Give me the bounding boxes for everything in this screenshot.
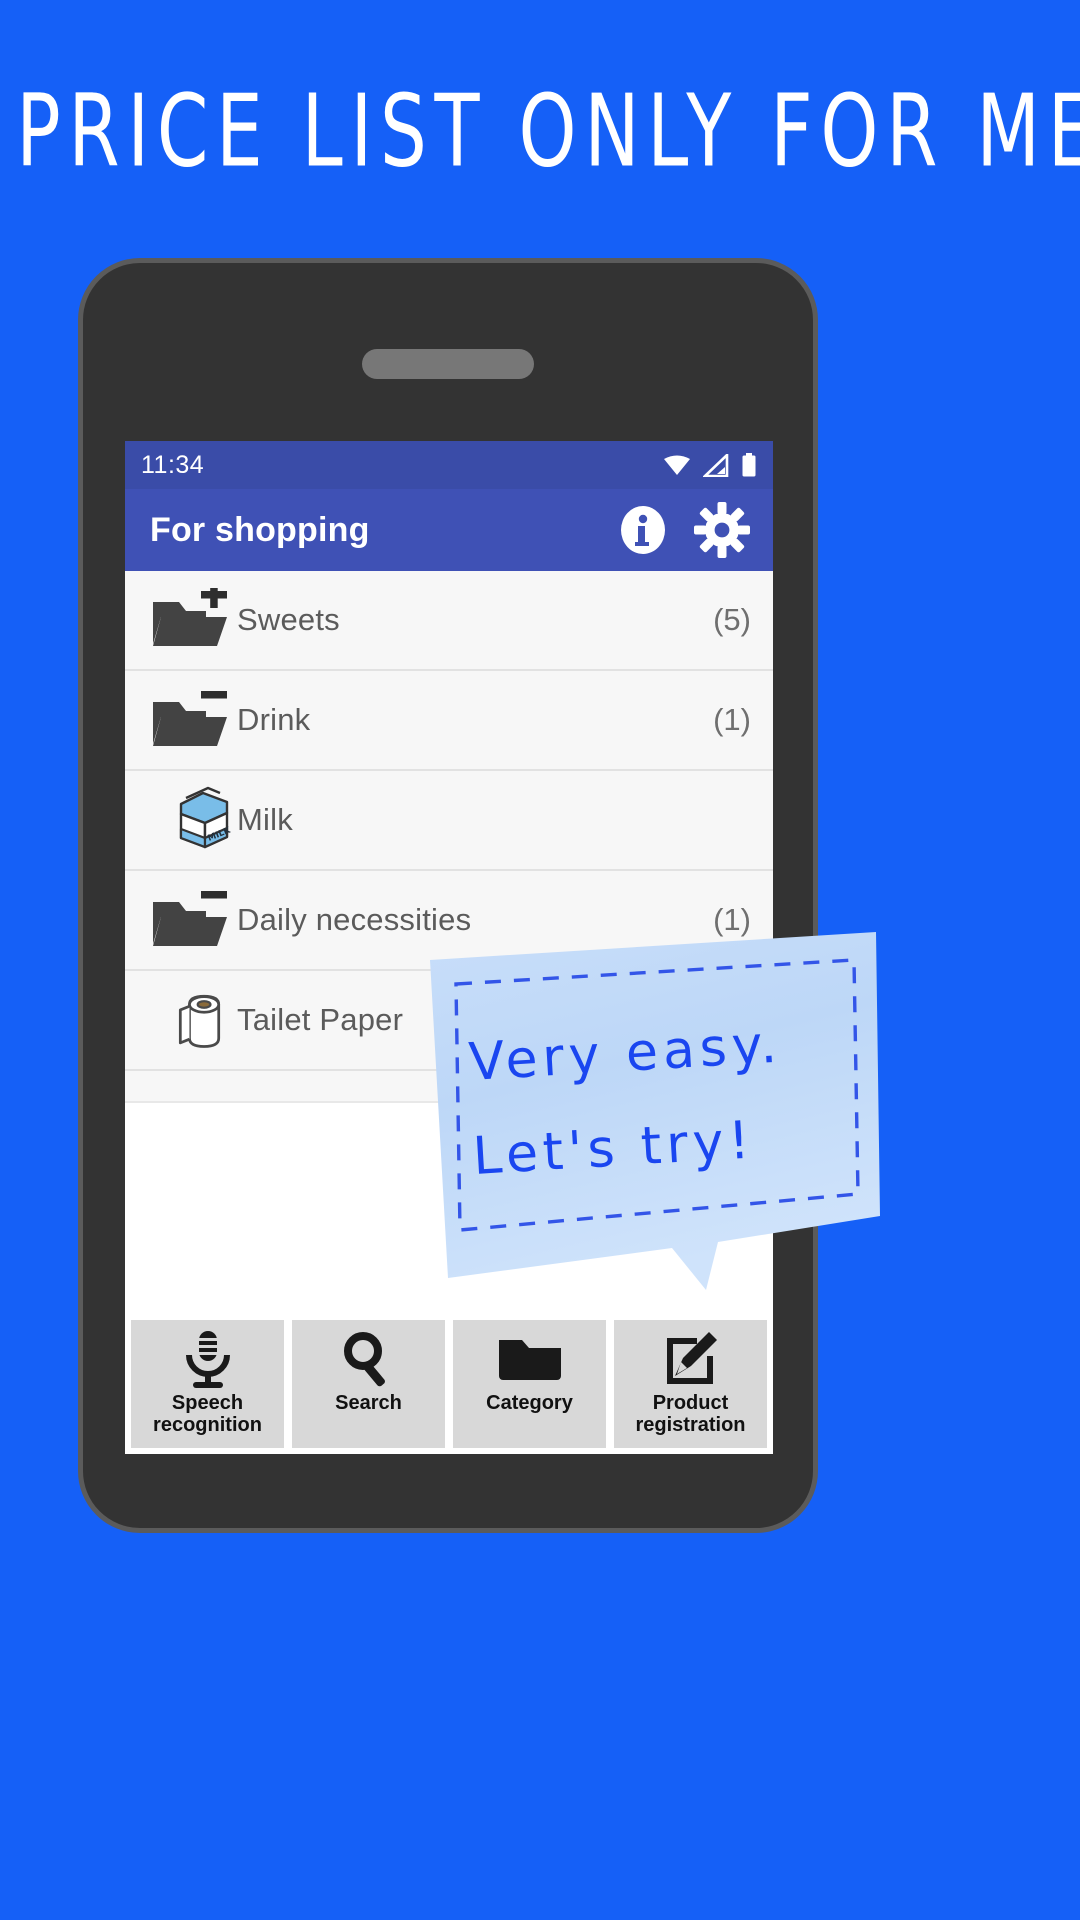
search-icon xyxy=(340,1328,398,1390)
page-title: PRICE LIST ONLY FOR ME xyxy=(16,72,1080,190)
microphone-icon xyxy=(180,1328,236,1390)
phone-speaker xyxy=(362,349,534,379)
speech-recognition-button[interactable]: Speech recognition xyxy=(131,1320,284,1448)
app-bar: For shopping xyxy=(125,489,773,571)
phone-screen: 11:34 For shopping Sweets (5) Drink (1) … xyxy=(125,441,773,1454)
signal-icon xyxy=(703,453,729,477)
category-list: Sweets (5) Drink (1) MILK Milk Daily nec… xyxy=(125,571,773,1283)
list-item-label: Daily necessities xyxy=(237,902,472,937)
search-label: Search xyxy=(335,1392,402,1414)
wifi-icon xyxy=(664,455,690,475)
list-item-label: Tailet Paper xyxy=(237,1002,404,1037)
list-item-label: Drink xyxy=(237,702,311,737)
category-button[interactable]: Category xyxy=(453,1320,606,1448)
list-filler-row xyxy=(125,1071,773,1103)
app-bar-actions xyxy=(617,501,751,559)
category-label: Category xyxy=(486,1392,573,1414)
folder-minus-icon xyxy=(151,888,237,952)
folder-icon xyxy=(497,1328,563,1390)
bottom-toolbar: Speech recognition Search Category Produ… xyxy=(125,1316,773,1454)
list-item[interactable]: Tailet Paper xyxy=(125,971,773,1071)
list-item-count: (1) xyxy=(713,902,751,937)
settings-button[interactable] xyxy=(693,501,751,559)
info-icon xyxy=(621,506,665,554)
list-item-count: (5) xyxy=(713,602,751,637)
app-title: For shopping xyxy=(150,510,370,549)
folder-minus-icon xyxy=(151,688,237,752)
search-button[interactable]: Search xyxy=(292,1320,445,1448)
battery-icon xyxy=(742,453,756,477)
list-item-label: Sweets xyxy=(237,602,340,637)
list-item[interactable]: Sweets (5) xyxy=(125,571,773,671)
status-bar-icons xyxy=(663,453,757,477)
list-empty-space xyxy=(125,1103,773,1283)
milk-carton-icon: MILK xyxy=(151,785,237,855)
list-item[interactable]: Drink (1) xyxy=(125,671,773,771)
product-registration-button[interactable]: Product registration xyxy=(614,1320,767,1448)
status-bar-time: 11:34 xyxy=(141,450,205,479)
product-registration-label: Product registration xyxy=(635,1392,746,1437)
toilet-paper-icon xyxy=(151,985,237,1055)
info-button[interactable] xyxy=(617,504,669,556)
list-item-count: (1) xyxy=(713,702,751,737)
edit-square-icon xyxy=(661,1328,721,1390)
list-item[interactable]: MILK Milk xyxy=(125,771,773,871)
list-item-label: Milk xyxy=(237,802,293,837)
phone-mockup: 11:34 For shopping Sweets (5) Drink (1) … xyxy=(78,258,818,1533)
speech-recognition-label: Speech recognition xyxy=(153,1392,262,1437)
status-bar: 11:34 xyxy=(125,441,773,489)
list-item[interactable]: Daily necessities (1) xyxy=(125,871,773,971)
folder-plus-icon xyxy=(151,588,237,652)
gear-icon xyxy=(694,502,750,558)
